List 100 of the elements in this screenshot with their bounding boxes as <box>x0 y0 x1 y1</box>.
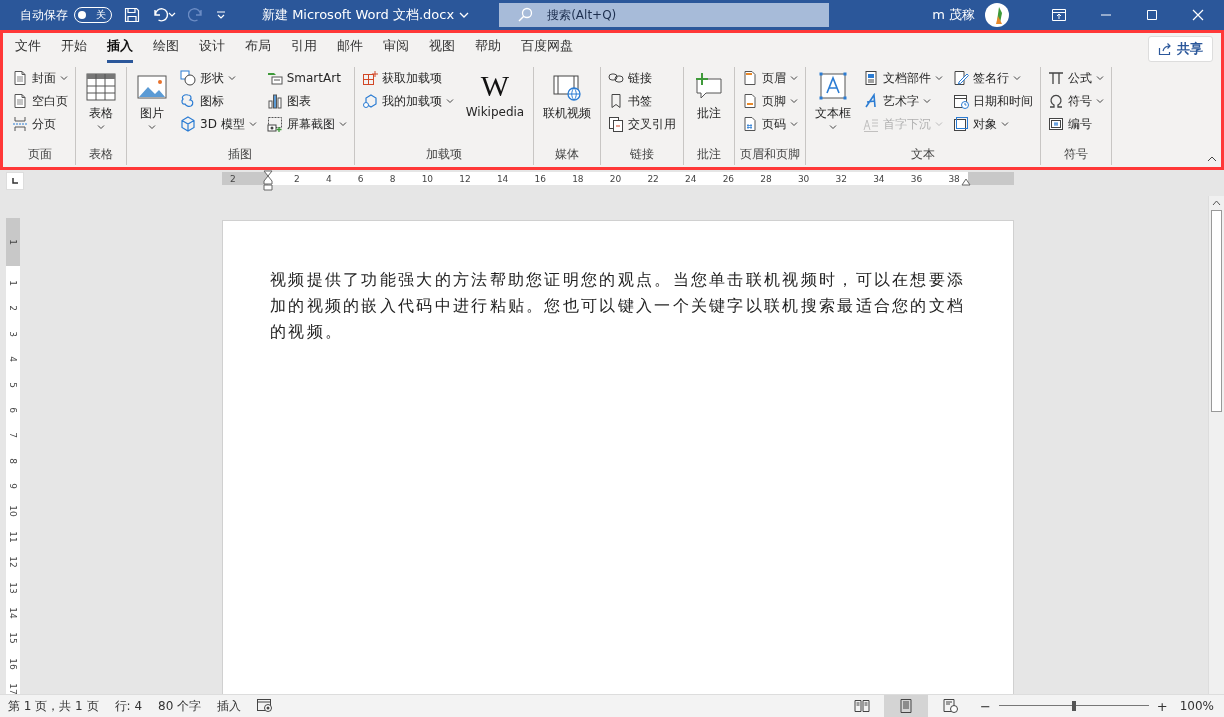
ruler-number: 2 <box>294 173 300 184</box>
ribbon-tab[interactable]: 插入 <box>107 35 133 63</box>
ribbon-button[interactable]: 公式 <box>1046 67 1107 89</box>
zoom-in-button[interactable]: + <box>1156 698 1168 714</box>
ribbon-tab[interactable]: 引用 <box>291 35 317 63</box>
ribbon-tab[interactable]: 开始 <box>61 35 87 63</box>
ribbon-tab[interactable]: 绘图 <box>153 35 179 63</box>
ribbon-button[interactable]: 分页 <box>10 113 70 135</box>
ruler-number: 1 <box>8 239 18 245</box>
customize-menu-icon[interactable] <box>216 10 226 20</box>
search-field[interactable]: 搜索(Alt+Q) <box>499 3 830 27</box>
zoom-slider[interactable] <box>998 700 1149 712</box>
ribbon-button[interactable]: 屏幕截图 <box>264 113 349 135</box>
group-label: 表格 <box>88 146 114 163</box>
ruler-number: 5 <box>8 381 18 388</box>
ribbon-tab[interactable]: 审阅 <box>383 35 409 63</box>
ruler-number: 12 <box>8 556 18 568</box>
autosave-label: 自动保存 <box>20 6 68 24</box>
ruler-number: 4 <box>8 356 18 362</box>
ribbon-button[interactable]: SmartArt <box>264 67 349 89</box>
ribbon-button[interactable]: 联机视频 <box>539 67 596 145</box>
user-name[interactable]: m 茂稼 <box>932 6 975 24</box>
group-label: 页面 <box>27 146 53 163</box>
collapse-ribbon-icon[interactable] <box>1207 156 1217 162</box>
pi-icon <box>1048 70 1065 86</box>
ribbon-button[interactable]: 符号 <box>1046 90 1107 112</box>
maximize-icon[interactable] <box>1146 9 1158 21</box>
save-icon[interactable] <box>124 7 140 23</box>
object-icon <box>953 116 970 132</box>
zoom-out-button[interactable]: − <box>979 698 991 714</box>
ribbon-button[interactable]: 3D 模型 <box>178 113 259 135</box>
caret-icon <box>935 121 944 127</box>
page-icon <box>12 70 28 86</box>
ribbon-button[interactable]: 签名行 <box>951 67 1036 89</box>
ribbon-button[interactable]: 页眉 <box>740 67 801 89</box>
ruler-number: 22 <box>647 173 659 184</box>
ribbon-tab[interactable]: 文件 <box>15 35 41 63</box>
caret-icon <box>790 121 799 127</box>
close-icon[interactable] <box>1192 9 1204 21</box>
ruler-number: 14 <box>496 173 509 184</box>
indent-marker[interactable] <box>263 170 273 192</box>
ribbon-button[interactable]: 文本框 <box>811 67 856 145</box>
ribbon-button[interactable]: 编号 <box>1046 113 1107 135</box>
ribbon-button[interactable]: 表格 <box>81 67 121 145</box>
ribbon-button[interactable]: 封面 <box>10 67 70 89</box>
ribbon-button[interactable]: 图标 <box>178 90 259 112</box>
undo-icon[interactable] <box>152 7 176 23</box>
ribbon-tab[interactable]: 布局 <box>245 35 271 63</box>
caret-icon <box>1013 75 1022 81</box>
ribbon-tab[interactable]: 设计 <box>199 35 225 63</box>
document-title[interactable]: 新建 Microsoft Word 文档.docx <box>262 6 470 24</box>
ruler-number: 13 <box>8 581 18 594</box>
tab-selector[interactable] <box>6 172 24 190</box>
document-paragraph: 视频提供了功能强大的方法帮助您证明您的观点。当您单击联机视频时，可以在想要添加的视频的嵌入代码中进行粘贴。您也可以键入一个关键字以联机搜索最适合您的文档的视频。 <box>270 269 967 343</box>
ribbon-button[interactable]: 文档部件 <box>861 67 946 89</box>
ribbon-button[interactable]: 批注 <box>689 67 730 145</box>
ribbon-button[interactable]: 日期和时间 <box>951 90 1036 112</box>
ribbon-button[interactable]: 空白页 <box>10 90 70 112</box>
print-layout-button[interactable] <box>883 695 928 717</box>
ribbon-button[interactable]: 交叉引用 <box>606 113 679 135</box>
scroll-up-icon[interactable] <box>1212 200 1221 206</box>
ruler-number: 6 <box>357 173 364 184</box>
zoom-level[interactable]: 100% <box>1179 699 1214 713</box>
ruler-number: 30 <box>797 173 810 184</box>
ruler-number: 38 <box>948 173 960 184</box>
macro-record-icon[interactable] <box>257 699 274 713</box>
ribbon-button[interactable]: 图片 <box>132 67 172 145</box>
group-label: 链接 <box>629 146 656 163</box>
scroll-thumb[interactable] <box>1211 210 1222 412</box>
ruler-number: 20 <box>609 173 622 184</box>
ribbon-display-icon[interactable] <box>1052 9 1066 21</box>
avatar[interactable] <box>985 3 1009 27</box>
ruler-number: 16 <box>8 657 18 670</box>
ribbon-button[interactable]: 对象 <box>951 113 1036 135</box>
right-indent-marker[interactable] <box>961 178 971 186</box>
tab-stop-icon <box>12 178 18 184</box>
caret-icon <box>445 98 454 104</box>
cross-reference-icon <box>608 116 625 132</box>
ribbon-button[interactable]: 书签 <box>606 90 679 112</box>
ribbon-button[interactable]: 获取加载项 <box>359 67 456 89</box>
ribbon-tab[interactable]: 帮助 <box>475 35 501 63</box>
ruler-number: 12 <box>459 173 471 184</box>
caret-icon <box>923 98 932 104</box>
ribbon-tab[interactable]: 视图 <box>429 35 455 63</box>
vertical-scrollbar[interactable] <box>1208 196 1224 694</box>
ribbon-button[interactable]: 页码 <box>740 113 801 135</box>
ribbon-tab[interactable]: 百度网盘 <box>521 35 573 63</box>
ribbon-button[interactable]: 我的加载项 <box>359 90 456 112</box>
ribbon-button[interactable]: 艺术字 <box>861 90 946 112</box>
wikipedia-logo: W <box>480 69 510 103</box>
ribbon-button[interactable]: 页脚 <box>740 90 801 112</box>
ribbon-tab[interactable]: 邮件 <box>337 35 363 63</box>
ribbon-button[interactable]: W Wikipedia <box>461 67 529 145</box>
ruler-number: 11 <box>8 531 18 543</box>
ribbon-button[interactable]: 图表 <box>264 90 349 112</box>
share-button[interactable]: 共享 <box>1148 36 1213 62</box>
ribbon-button[interactable]: 链接 <box>606 67 679 89</box>
ruler-number: 6 <box>8 407 18 413</box>
caret-icon <box>790 98 799 104</box>
ribbon-button[interactable]: 形状 <box>178 67 259 89</box>
